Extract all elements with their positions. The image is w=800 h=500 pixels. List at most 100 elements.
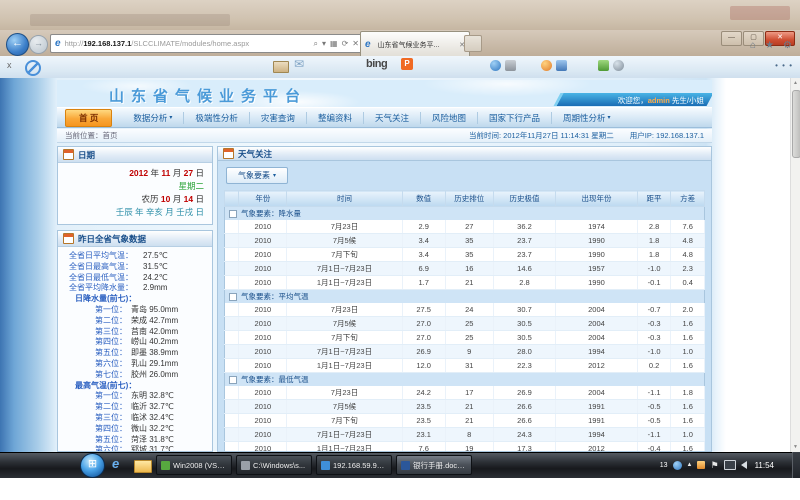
search-icon[interactable]: ⌕ bbox=[314, 39, 318, 49]
rank-value[interactable]: 即墨 38.9mm bbox=[131, 348, 178, 359]
browser-tab[interactable]: e 山东省气候业务平... ✕ bbox=[360, 31, 470, 57]
tray-update-icon[interactable] bbox=[697, 461, 705, 469]
rank-value[interactable]: 青岛 95.0mm bbox=[131, 305, 178, 316]
nav-item-2[interactable]: 极端性分析 bbox=[183, 112, 249, 124]
scrollbar-thumb[interactable] bbox=[792, 90, 800, 158]
stat-value: 31.5℃ bbox=[143, 262, 168, 273]
stop-icon[interactable]: ✕ bbox=[352, 39, 359, 48]
plugin-icon-5[interactable] bbox=[598, 60, 609, 71]
taskbar-explorer-icon[interactable] bbox=[134, 460, 152, 473]
tray-display-icon[interactable] bbox=[724, 460, 736, 470]
bing-logo[interactable]: bing bbox=[366, 58, 387, 70]
tray-show-hidden-icons[interactable]: ▲ bbox=[687, 462, 693, 468]
favorites-star-icon[interactable]: ★ bbox=[765, 40, 774, 51]
show-desktop-button[interactable] bbox=[792, 452, 800, 478]
row-checkbox-cell bbox=[225, 262, 239, 276]
new-tab-button[interactable] bbox=[464, 35, 482, 52]
blocked-circle-icon[interactable] bbox=[25, 60, 41, 76]
refresh-icon[interactable]: ⟳ bbox=[342, 39, 349, 48]
table-cell: 1.6 bbox=[671, 442, 705, 453]
table-cell: 23.1 bbox=[402, 428, 445, 442]
start-button[interactable]: ⊞ bbox=[80, 453, 105, 478]
nav-item-label: 国家下行产品 bbox=[489, 112, 540, 124]
table-cell: -0.1 bbox=[637, 276, 671, 290]
card-icon[interactable] bbox=[273, 61, 289, 73]
rank-label: 第四位： bbox=[61, 337, 127, 348]
minimize-button[interactable]: — bbox=[721, 31, 742, 46]
group-checkbox[interactable] bbox=[229, 210, 237, 218]
compatibility-icon[interactable]: ▦ bbox=[330, 39, 338, 48]
plugin-icon-6[interactable] bbox=[613, 60, 624, 71]
forward-button[interactable]: → bbox=[29, 35, 48, 54]
scroll-down-icon[interactable]: ▼ bbox=[791, 442, 800, 452]
task-button-3[interactable]: 银行手册.docx ... bbox=[396, 455, 472, 475]
rank-value[interactable]: 莒南 42.0mm bbox=[131, 327, 178, 338]
taskbar-ie-icon[interactable]: e bbox=[112, 456, 119, 471]
rank-value[interactable]: 东明 32.8℃ bbox=[131, 391, 174, 402]
tools-gear-icon[interactable]: ⚙ bbox=[783, 40, 792, 51]
table-cell: -1.1 bbox=[637, 428, 671, 442]
scroll-up-icon[interactable]: ▲ bbox=[791, 78, 800, 88]
group-checkbox[interactable] bbox=[229, 376, 237, 384]
nav-item-5[interactable]: 天气关注 bbox=[363, 112, 420, 124]
task-button-0[interactable]: Win2008 (VS2... bbox=[156, 455, 232, 475]
rank-value[interactable]: 崂山 40.2mm bbox=[131, 337, 178, 348]
task-button-2[interactable]: 192.168.59.99... bbox=[316, 455, 392, 475]
table-cell: 31 bbox=[445, 359, 493, 373]
nav-item-8[interactable]: 周期性分析▾ bbox=[551, 112, 622, 124]
address-bar[interactable]: e http://192.168.137.1/SLCCLIMATE/module… bbox=[50, 34, 364, 53]
group-title: 气象要素：降水量 bbox=[241, 208, 301, 219]
tray-volume-icon[interactable] bbox=[741, 461, 747, 469]
table-cell: 26.6 bbox=[493, 400, 555, 414]
nav-item-6[interactable]: 风险地图 bbox=[420, 112, 477, 124]
plugin-icon-3[interactable] bbox=[541, 60, 552, 71]
taskbar-clock[interactable]: 11:54 bbox=[755, 461, 774, 470]
home-icon[interactable]: ⌂ bbox=[750, 40, 756, 51]
mail-icon[interactable]: ✉ bbox=[294, 57, 304, 71]
table-cell: 21 bbox=[445, 414, 493, 428]
back-button[interactable]: ← bbox=[6, 33, 29, 56]
table-cell: 35 bbox=[445, 248, 493, 262]
task-button-icon bbox=[241, 461, 250, 470]
nav-item-1[interactable]: 数据分析▾ bbox=[122, 112, 183, 124]
plugin-icon-1[interactable] bbox=[490, 60, 501, 71]
task-button-1[interactable]: C:\Windows\s... bbox=[236, 455, 312, 475]
plugin-icon-2[interactable] bbox=[505, 60, 516, 71]
rank-value[interactable]: 临沂 32.7℃ bbox=[131, 402, 174, 413]
search-caret-icon[interactable]: ▾ bbox=[322, 39, 326, 48]
pin-icon[interactable]: P bbox=[401, 58, 413, 70]
rank-value[interactable]: 微山 32.2℃ bbox=[131, 424, 174, 435]
task-button-icon bbox=[401, 461, 410, 470]
rank-label: 第二位： bbox=[61, 402, 127, 413]
rank-value[interactable]: 乳山 29.1mm bbox=[131, 359, 178, 370]
plugin-icon-4[interactable] bbox=[556, 60, 567, 71]
toolbar-overflow-dots[interactable]: • • • bbox=[775, 61, 793, 70]
column-header: 数值 bbox=[402, 191, 445, 207]
row-checkbox-cell bbox=[225, 345, 239, 359]
rank-value[interactable]: 荣成 42.7mm bbox=[131, 316, 178, 327]
table-cell: 26.9 bbox=[402, 345, 445, 359]
rank-value[interactable]: 郓城 31.7℃ bbox=[131, 445, 174, 452]
vertical-scrollbar[interactable]: ▲ ▼ bbox=[790, 78, 800, 452]
rank-value[interactable]: 胶州 26.0mm bbox=[131, 370, 178, 381]
tray-network-globe-icon[interactable] bbox=[673, 461, 682, 470]
table-cell: 2010 bbox=[239, 234, 287, 248]
stat-label: 全省平均降水量： bbox=[69, 283, 143, 294]
table-cell: 23.7 bbox=[493, 248, 555, 262]
table-cell: 2010 bbox=[239, 248, 287, 262]
group-header-row: 气象要素：降水量 bbox=[225, 207, 705, 221]
nav-item-7[interactable]: 国家下行产品 bbox=[477, 112, 551, 124]
nav-item-3[interactable]: 灾害查询 bbox=[249, 112, 306, 124]
element-filter-button[interactable]: 气象要素▾ bbox=[226, 167, 288, 184]
toolbar-close-icon[interactable]: x bbox=[7, 61, 12, 70]
tray-action-center-flag-icon[interactable]: ⚑ bbox=[710, 460, 718, 471]
column-header: 距平 bbox=[637, 191, 671, 207]
rank-value[interactable]: 临沭 32.4℃ bbox=[131, 413, 174, 424]
nav-item-4[interactable]: 整编资料 bbox=[306, 112, 363, 124]
group-checkbox[interactable] bbox=[229, 293, 237, 301]
rank-value[interactable]: 菏泽 31.8℃ bbox=[131, 435, 174, 446]
weather-focus-icon bbox=[223, 148, 234, 159]
weather-table-head: 年份时间数值历史排位历史极值出现年份距平方差 bbox=[225, 191, 705, 207]
row-checkbox-cell bbox=[225, 331, 239, 345]
nav-item-0[interactable]: 首 页 bbox=[65, 109, 112, 127]
